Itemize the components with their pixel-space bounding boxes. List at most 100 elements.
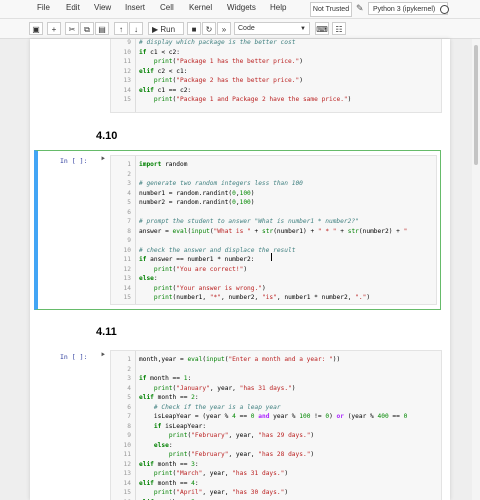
code-line[interactable]: 12 print("You are correct!") [111, 265, 248, 275]
kernel-indicator: Python 3 (ipykernel) [368, 2, 448, 15]
code-line[interactable]: 15 print("Package 1 and Package 2 have t… [111, 95, 352, 105]
menu-cell[interactable]: Cell [160, 3, 174, 12]
stop-icon[interactable]: ■ [187, 22, 201, 35]
code-line[interactable]: 4 number1 = random.randint(0,100) [111, 189, 254, 199]
restart-icon[interactable]: ↻ [202, 22, 216, 35]
code-text: elif c1 == c2: [139, 86, 192, 94]
code-text: elif month == 3: [139, 460, 199, 468]
line-number: 11 [123, 451, 131, 458]
code-line[interactable]: 9 print("February", year, "has 29 days."… [111, 431, 314, 441]
code-text: # generate two random integers less than… [139, 180, 303, 187]
fast-forward-icon[interactable]: » [217, 22, 231, 35]
line-number: 11 [123, 58, 131, 65]
code-text: print("Your answer is wrong.") [153, 284, 266, 292]
run-label: Run [160, 25, 176, 34]
code-text: if c1 < c2: [139, 48, 180, 56]
code-line[interactable]: 10 if c1 < c2: [111, 48, 180, 58]
code-line[interactable]: 14 elif c1 == c2: [111, 86, 192, 96]
line-number: 13 [123, 275, 131, 282]
code-cell-editor[interactable]: 1 month,year = eval(input("Enter a month … [110, 350, 442, 500]
code-line[interactable]: 4 print("January", year, "has 31 days.") [111, 384, 295, 394]
code-line[interactable]: 14 elif month == 4: [111, 479, 199, 489]
code-text: # Check if the year is a leap year [153, 403, 281, 411]
move-up-icon[interactable]: ↑ [114, 22, 128, 35]
code-text: print("Package 1 and Package 2 have the … [153, 96, 352, 103]
code-line[interactable]: 8 if isLeapYear: [111, 422, 206, 432]
collapse-toggle-icon[interactable]: ⯈ [100, 352, 106, 360]
code-cell-editor[interactable]: 9 # display which package is the better c… [110, 39, 442, 113]
code-line[interactable]: 2 [111, 170, 139, 180]
line-number: 6 [127, 403, 131, 411]
code-line[interactable]: 10 # check the answer and displace the re… [111, 246, 296, 256]
menu-view[interactable]: View [94, 3, 111, 12]
code-line[interactable]: 9 # display which package is the better c… [111, 39, 295, 48]
code-line[interactable]: 11 print("Package 1 has the better price… [111, 57, 303, 67]
code-line[interactable]: 13 print("March", year, "has 31 days.") [111, 469, 289, 479]
code-text: print(number1, "*", number2, "is", numbe… [153, 294, 371, 301]
code-line[interactable]: 12 elif month == 3: [111, 460, 199, 470]
code-line[interactable]: 15 print("April", year, "has 30 days.") [111, 488, 289, 498]
line-number: 12 [123, 67, 131, 75]
line-number: 15 [123, 96, 131, 103]
copy-icon[interactable]: ⧉ [80, 22, 94, 35]
command-palette-icon[interactable]: ☷ [332, 22, 346, 35]
code-line[interactable]: 11 if answer == number1 * number2: [111, 255, 255, 265]
line-number: 10 [123, 246, 131, 254]
notebook-container: 9 # display which package is the better c… [30, 39, 450, 500]
code-line[interactable]: 5 elif month == 2: [111, 393, 198, 403]
code-line[interactable]: 1 month,year = eval(input("Enter a month … [111, 355, 340, 365]
code-text: month,year = eval(input("Enter a month a… [139, 356, 341, 363]
code-text: print("Package 1 has the better price.") [153, 58, 303, 65]
code-line[interactable]: 6 # Check if the year is a leap year [111, 403, 281, 413]
code-line[interactable]: 1 import random [111, 160, 187, 170]
code-text: # prompt the student to answer "What is … [139, 218, 359, 225]
code-text: print("February", year, "has 29 days.") [168, 432, 315, 439]
scrollbar-thumb[interactable] [474, 45, 478, 165]
code-line[interactable]: 7 # prompt the student to answer "What is… [111, 217, 359, 227]
move-down-icon[interactable]: ↓ [129, 22, 143, 35]
input-prompt: In [ ]: [60, 353, 88, 361]
cell-type-select[interactable]: Code ▼ [234, 22, 310, 35]
line-number: 11 [123, 256, 131, 263]
code-line[interactable]: 15 print(number1, "*", number2, "is", nu… [111, 293, 371, 303]
save-icon[interactable]: ▣ [29, 22, 43, 35]
code-text: if answer == number1 * number2: [139, 256, 255, 263]
code-line[interactable]: 2 [111, 365, 139, 375]
code-line[interactable]: 13 else: [111, 274, 158, 284]
code-text: elif c2 < c1: [139, 67, 188, 75]
code-line[interactable]: 3 # generate two random integers less tha… [111, 179, 303, 189]
code-line[interactable]: 7 isLeapYear = (year % 4 == 0 and year %… [111, 412, 407, 422]
code-line[interactable]: 9 [111, 236, 139, 246]
code-line[interactable]: 6 [111, 208, 139, 218]
not-trusted-button[interactable]: Not Trusted [310, 2, 352, 17]
pencil-icon[interactable]: ✎ [356, 3, 364, 14]
run-button[interactable]: ▶ Run [148, 22, 184, 35]
input-prompt: In [ ]: [60, 157, 88, 165]
paste-icon[interactable]: ▤ [95, 22, 109, 35]
code-line[interactable]: 5 number2 = random.randint(0,100) [111, 198, 255, 208]
menu-insert[interactable]: Insert [125, 3, 145, 12]
code-line[interactable]: 14 print("Your answer is wrong.") [111, 284, 266, 294]
code-line[interactable]: 8 answer = eval(input("What is " + str(nu… [111, 227, 407, 237]
add-cell-icon[interactable]: + [47, 22, 61, 35]
code-text: print("Package 2 has the better price.") [153, 77, 303, 84]
code-line[interactable]: 3 if month == 1: [111, 374, 191, 384]
code-line[interactable]: 13 print("Package 2 has the better price… [111, 76, 303, 86]
cut-icon[interactable]: ✂ [65, 22, 79, 35]
menu-widgets[interactable]: Widgets [227, 3, 256, 12]
chevron-down-icon: ▼ [300, 26, 306, 32]
toolbar: ▣ + ✂ ⧉ ▤ ↑ ↓ ▶ Run ■ ↻ » Code ▼ ⌨ ☷ [0, 19, 480, 39]
menu-kernel[interactable]: Kernel [189, 3, 212, 12]
code-line[interactable]: 10 else: [111, 441, 173, 451]
menu-file[interactable]: File [37, 3, 50, 12]
line-number: 15 [123, 489, 131, 496]
code-text: # display which package is the better co… [139, 39, 296, 46]
code-line[interactable]: 12 elif c2 < c1: [111, 67, 188, 77]
collapse-toggle-icon[interactable]: ⯈ [100, 156, 106, 164]
menu-edit[interactable]: Edit [66, 3, 80, 12]
code-line[interactable]: 11 print("February", year, "has 28 days.… [111, 450, 315, 460]
keyboard-icon[interactable]: ⌨ [315, 22, 329, 35]
menu-help[interactable]: Help [270, 3, 286, 12]
code-text: number2 = random.randint(0,100) [139, 199, 255, 206]
code-cell-editor[interactable]: 1 import random 2 3 # generate two random in… [110, 155, 437, 305]
